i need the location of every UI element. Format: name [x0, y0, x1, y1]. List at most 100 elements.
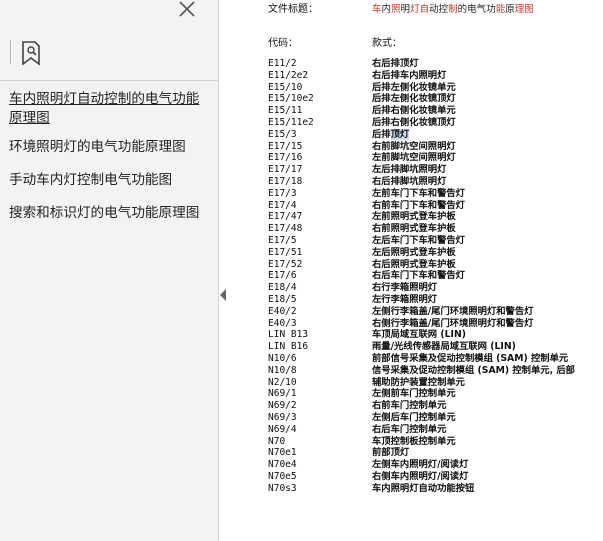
part-name: 雨量/光线传感器局域互联网 (LIN) — [372, 341, 516, 353]
parts-list-row: LIN B13 车顶局域互联网 (LIN) — [232, 329, 603, 341]
parts-list-row: N69/2 右前车门控制单元 — [232, 400, 603, 412]
parts-list-row: E11/2e2 右后排车内照明灯 — [232, 70, 603, 82]
part-code: N69/1 — [268, 388, 297, 400]
parts-list-row: E17/15 右前脚坑空间照明灯 — [232, 141, 603, 153]
parts-list-row: N69/1 左侧前车门控制单元 — [232, 388, 603, 400]
part-code: E17/16 — [268, 152, 303, 164]
part-code: E15/11e2 — [268, 116, 314, 128]
part-name: 右后车门控制单元 — [372, 423, 447, 435]
parts-list-row: E17/3 左前车门下车和警告灯 — [232, 188, 603, 200]
part-name: 后排顶灯 — [372, 128, 410, 140]
part-name: 右后车门下车和警告灯 — [372, 270, 465, 282]
parts-list-row: E18/4 右行李箱照明灯 — [232, 282, 603, 294]
parts-list-row: E17/52 右后照明式登车护板 — [232, 259, 603, 271]
part-code: E15/10 — [268, 81, 303, 93]
part-code: E11/2e2 — [268, 69, 309, 81]
part-name: 左侧前车门控制单元 — [372, 388, 456, 400]
parts-list-row: E17/5 左后车门下车和警告灯 — [232, 235, 603, 247]
part-code: E11/2 — [268, 58, 297, 69]
parts-list-row: E15/10 后排左侧化妆镜单元 — [232, 82, 603, 94]
parts-list-row: E17/4 右前车门下车和警告灯 — [232, 200, 603, 212]
bookmark-item[interactable]: 搜索和标识灯的电气功能原理图 — [0, 204, 218, 223]
parts-list-row: E15/3 后排顶灯 — [232, 128, 603, 141]
part-code: E17/51 — [268, 246, 303, 258]
parts-list-row: E17/51 左后照明式登车护板 — [232, 247, 603, 259]
chevron-left-icon — [220, 289, 226, 301]
parts-list-row: N10/6 前部信号采集及促动控制模组 (SAM) 控制单元 — [232, 353, 603, 365]
name-column-header: 款式： — [372, 38, 402, 49]
part-code: E15/10e2 — [268, 93, 314, 105]
part-code: N70e4 — [268, 459, 297, 471]
parts-list-row: E11/2 右后排顶灯 — [232, 58, 603, 70]
add-bookmark-button[interactable] — [18, 40, 44, 66]
part-name: 右前车门下车和警告灯 — [372, 199, 465, 211]
parts-list-row: E15/11 后排右侧化妆镜单元 — [232, 105, 603, 117]
part-name: 左侧后车门控制单元 — [372, 411, 456, 423]
bookmark-item[interactable]: 环境照明灯的电气功能原理图 — [0, 138, 218, 157]
close-panel-button[interactable] — [176, 0, 198, 20]
bookmarks-panel: 车内照明灯自动控制的电气功能原理图 环境照明灯的电气功能原理图 手动车内灯控制电… — [0, 0, 219, 541]
close-icon — [179, 1, 195, 17]
parts-list-row: N69/4 右后车门控制单元 — [232, 424, 603, 436]
parts-list-row: E40/2 左侧行李箱盖/尾门环境照明灯和警告灯 — [232, 306, 603, 318]
bookmark-item[interactable]: 手动车内灯控制电气功能图 — [0, 171, 218, 190]
bookmark-icon — [22, 41, 40, 66]
part-code: E18/5 — [268, 293, 297, 305]
part-name: 右前车门控制单元 — [372, 400, 447, 412]
collapse-panel-button[interactable] — [219, 287, 227, 301]
part-name: 左侧行李箱盖/尾门环境照明灯和警告灯 — [372, 305, 534, 317]
parts-list: E11/2 右后排顶灯 E11/2e2 右后排车内照明灯 E15/10 后排左侧化妆镜单元… — [232, 58, 603, 494]
part-code: N70e1 — [268, 447, 297, 459]
parts-list-row: E40/3 右侧行李箱盖/尾门环境照明灯和警告灯 — [232, 318, 603, 330]
part-name: 左行李箱照明灯 — [372, 293, 438, 305]
parts-list-row: E15/11e2 后排右侧化妆镜顶灯 — [232, 117, 603, 129]
part-code: E17/17 — [268, 164, 303, 176]
part-code: E40/3 — [268, 317, 297, 329]
part-name: 车顶局域互联网 (LIN) — [372, 329, 466, 341]
parts-list-row: N69/3 左侧后车门控制单元 — [232, 412, 603, 424]
document-page: 文件标题： 车内照明灯自动控制的电气功能原理图 代码： 款式： E11/2 右后排… — [232, 0, 603, 541]
part-code: E17/15 — [268, 140, 303, 152]
part-name: 右前脚坑空间照明灯 — [372, 140, 456, 152]
part-code: E17/47 — [268, 211, 303, 223]
part-name: 后排左侧化妆镜单元 — [372, 81, 456, 93]
part-code: LIN B16 — [268, 341, 309, 353]
part-name: 左后车门下车和警告灯 — [372, 234, 465, 246]
parts-list-row: E17/48 右前照明式登车护板 — [232, 223, 603, 235]
part-code: N10/6 — [268, 352, 297, 364]
parts-list-row: N70e5 右侧车内照明灯/阅读灯 — [232, 471, 603, 483]
bookmark-item[interactable]: 车内照明灯自动控制的电气功能原理图 — [0, 90, 218, 128]
part-name: 后排右侧化妆镜顶灯 — [372, 116, 456, 128]
parts-list-row: E17/17 左后排脚坑照明灯 — [232, 164, 603, 176]
parts-list-row: E17/16 左前脚坑空间照明灯 — [232, 152, 603, 164]
part-code: N69/4 — [268, 423, 297, 435]
part-code: E18/4 — [268, 282, 297, 294]
part-code: N70s3 — [268, 482, 297, 494]
code-column-header: 代码： — [268, 38, 298, 49]
part-name: 辅助防护装置控制单元 — [372, 376, 465, 388]
part-code: E15/3 — [268, 128, 297, 140]
parts-list-row: N70 车顶控制板控制单元 — [232, 436, 603, 448]
part-code: E17/52 — [268, 258, 303, 270]
part-name: 信号采集及促动控制模组 (SAM) 控制单元, 后部 — [372, 364, 575, 376]
parts-list-row: N70e1 前部顶灯 — [232, 447, 603, 459]
part-code: E17/18 — [268, 175, 303, 187]
parts-list-row: LIN B16 雨量/光线传感器局域互联网 (LIN) — [232, 341, 603, 353]
part-code: N10/8 — [268, 364, 297, 376]
part-name: 前部顶灯 — [372, 447, 410, 459]
parts-list-row: N70s3 车内照明灯自动功能按钮 — [232, 483, 603, 495]
part-code: N69/2 — [268, 400, 297, 412]
part-name: 左前照明式登车护板 — [372, 211, 456, 223]
parts-list-row: E18/5 左行李箱照明灯 — [232, 294, 603, 306]
part-name: 车内照明灯自动功能按钮 — [372, 482, 475, 494]
part-name: 车顶控制板控制单元 — [372, 435, 456, 447]
part-code: E40/2 — [268, 305, 297, 317]
part-code: E17/5 — [268, 234, 297, 246]
part-name: 左前车门下车和警告灯 — [372, 187, 465, 199]
part-name: 右侧车内照明灯/阅读灯 — [372, 470, 469, 482]
part-name: 左后排脚坑照明灯 — [372, 164, 447, 176]
part-name: 右后排脚坑照明灯 — [372, 175, 447, 187]
part-name: 左后照明式登车护板 — [372, 246, 456, 258]
parts-list-row: E17/18 右后排脚坑照明灯 — [232, 176, 603, 188]
part-name: 右后排顶灯 — [372, 58, 419, 69]
